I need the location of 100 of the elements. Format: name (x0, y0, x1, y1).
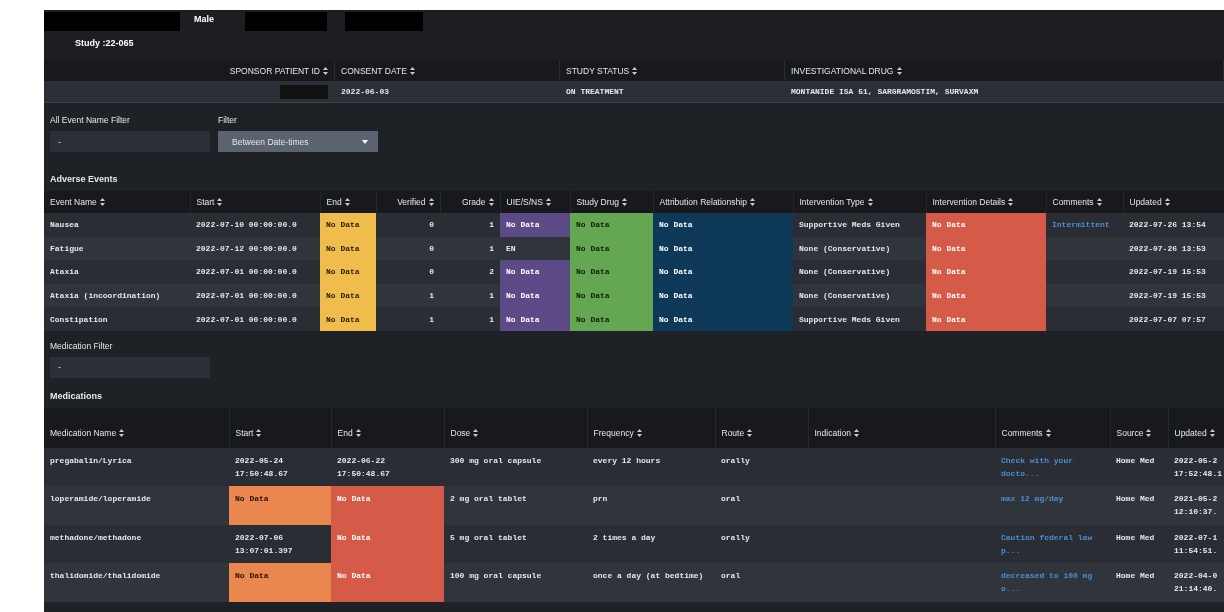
table-cell: None (Conservative) (793, 260, 926, 284)
sort-icon (323, 66, 328, 75)
table-cell: 2022-07-07 07:57 (1123, 307, 1224, 331)
column-header[interactable]: Route (721, 427, 753, 438)
filter-input[interactable]: - (50, 131, 210, 152)
table-cell: No Data (500, 213, 570, 237)
table-cell: 2022-07-19 15:53 (1123, 283, 1224, 308)
sort-icon (344, 198, 350, 206)
table-cell: Home Med (1110, 447, 1168, 487)
table-cell: every 12 hours (587, 447, 715, 487)
sort-icon (1045, 428, 1051, 437)
column-header[interactable]: Medication Name (50, 427, 125, 438)
table-cell: Nausea (44, 213, 190, 237)
column-header[interactable]: CONSENT DATE (341, 65, 415, 76)
table-cell: 1 (440, 213, 500, 237)
section-title: Medications (50, 390, 102, 401)
table-cell: No Data (653, 236, 793, 261)
table-cell: 2022-07-01 00:00:00.0 (190, 307, 320, 331)
table-cell: No Data (570, 307, 653, 331)
table-cell: No Data (570, 236, 653, 261)
sort-icon (896, 66, 902, 75)
table-cell: Fatigue (44, 236, 190, 261)
table-cell: thalidomide/thalidomide (44, 563, 229, 602)
column-header[interactable]: INVESTIGATIONAL DRUG (791, 65, 902, 76)
summary-value: MONTANIDE ISA 51, SARGRAMOSTIM, SURVAXM (791, 87, 979, 96)
filter-label: Medication Filter (50, 340, 114, 351)
table-cell: 0 (376, 236, 440, 261)
filter-input[interactable]: - (50, 356, 210, 378)
table-cell: No Data (653, 213, 793, 237)
filter-label: All Event Name Filter (50, 115, 131, 125)
column-header[interactable]: Frequency (593, 427, 642, 438)
table-cell: No Data (320, 260, 376, 284)
column-header[interactable]: Updated (1129, 197, 1170, 207)
table-cell: No Data (331, 524, 444, 564)
column-header[interactable]: Source (1116, 427, 1152, 438)
table-cell: No Data (570, 283, 653, 308)
summary-value: 2022-06-03 (341, 87, 389, 96)
patient-sex: Male (194, 14, 214, 24)
table-cell: No Data (926, 236, 1046, 261)
sort-icon (545, 198, 551, 206)
sort-icon (1008, 198, 1014, 206)
sort-icon (867, 198, 873, 206)
table-cell: 2022-07-12 00:00:00.0 (190, 236, 320, 261)
table-cell: 2022-05-24 17:50:48.67 (229, 447, 331, 487)
sort-icon (428, 198, 434, 206)
table-cell: 5 mg oral tablet (444, 524, 587, 564)
sort-icon (1209, 428, 1215, 437)
sort-icon (99, 198, 105, 206)
sort-icon (632, 66, 638, 75)
table-cell: No Data (320, 283, 376, 308)
filter-dropdown[interactable]: Between Date-times (218, 131, 378, 152)
table-cell: 1 (440, 307, 500, 331)
sort-icon (749, 198, 755, 206)
summary-value: ON TREATMENT (566, 87, 624, 96)
table-cell: 2022-07-06 13:07:01.397 (229, 524, 331, 564)
column-header[interactable]: STUDY STATUS (566, 65, 638, 76)
table-cell: Supportive Meds Given (793, 307, 926, 331)
table-cell: No Data (500, 283, 570, 308)
table-cell: No Data (500, 260, 570, 284)
column-header[interactable]: Start (235, 427, 262, 438)
table-cell: 0 (376, 213, 440, 237)
sort-icon (217, 198, 223, 206)
table-cell: None (Conservative) (793, 283, 926, 308)
table-cell: No Data (926, 260, 1046, 284)
sort-icon (622, 198, 628, 206)
table-cell: 2022-07-26 13:54 (1123, 213, 1224, 237)
table-cell: 2022-06-22 17:50:48.67 (331, 447, 444, 487)
column-header[interactable]: End (326, 197, 350, 207)
column-header[interactable]: Updated (1174, 427, 1215, 438)
column-header[interactable]: End (337, 427, 361, 438)
table-cell: prn (587, 486, 715, 525)
table-cell: pregabalin/Lyrica (44, 447, 229, 487)
column-header[interactable]: Dose (450, 427, 479, 438)
column-header[interactable]: Event Name (50, 197, 105, 207)
sort-icon (1096, 198, 1102, 206)
sort-icon (1146, 428, 1152, 437)
column-header[interactable]: Start (196, 197, 223, 207)
table-cell: 2022-05-2 17:52:48.1 (1168, 447, 1224, 487)
sort-icon (409, 66, 415, 75)
table-cell: No Data (331, 486, 444, 525)
sort-icon (747, 428, 753, 437)
table-cell: Ataxia (44, 260, 190, 284)
table-cell: No Data (331, 563, 444, 602)
table-cell: 2 (440, 260, 500, 284)
table-cell: 2022-07-10 00:00:00.0 (190, 213, 320, 237)
section-title: Adverse Events (50, 174, 118, 184)
table-cell: once a day (at bedtime) (587, 563, 715, 602)
table-cell: 2022-07-1 11:54:51. (1168, 524, 1224, 564)
table-cell: orally (715, 524, 808, 564)
column-header[interactable]: SPONSOR PATIENT ID (229, 65, 328, 76)
table-cell: 2022-07-01 00:00:00.0 (190, 283, 320, 308)
table-cell: No Data (926, 283, 1046, 308)
table-cell: No Data (320, 213, 376, 237)
table-cell: 300 mg oral capsule (444, 447, 587, 487)
table-cell: No Data (570, 260, 653, 284)
table-cell: No Data (926, 213, 1046, 237)
filter-label: Filter (218, 115, 238, 125)
table-cell: No Data (320, 307, 376, 331)
column-header[interactable]: Indication (814, 427, 859, 438)
column-header[interactable]: Comments (1001, 427, 1051, 438)
